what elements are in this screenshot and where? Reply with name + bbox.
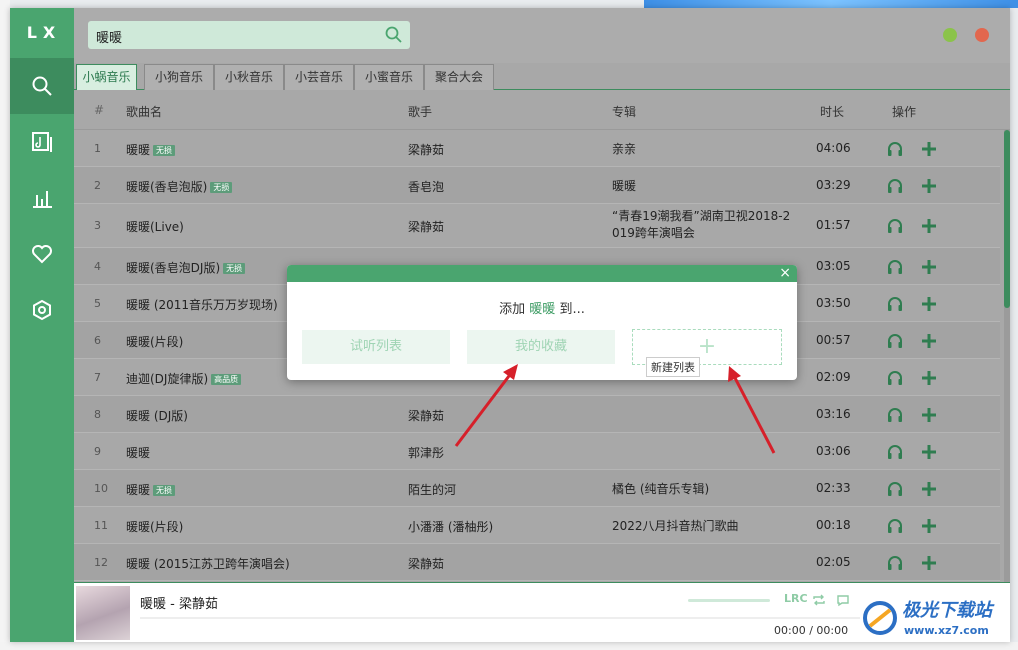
watermark-url: www.xz7.com	[904, 624, 989, 637]
arrow-to-favorites	[454, 364, 518, 447]
watermark-logo	[863, 601, 897, 635]
watermark-text: 极光下载站	[902, 600, 992, 621]
arrow-to-new-list	[728, 366, 776, 454]
annotation-arrows	[454, 364, 776, 454]
